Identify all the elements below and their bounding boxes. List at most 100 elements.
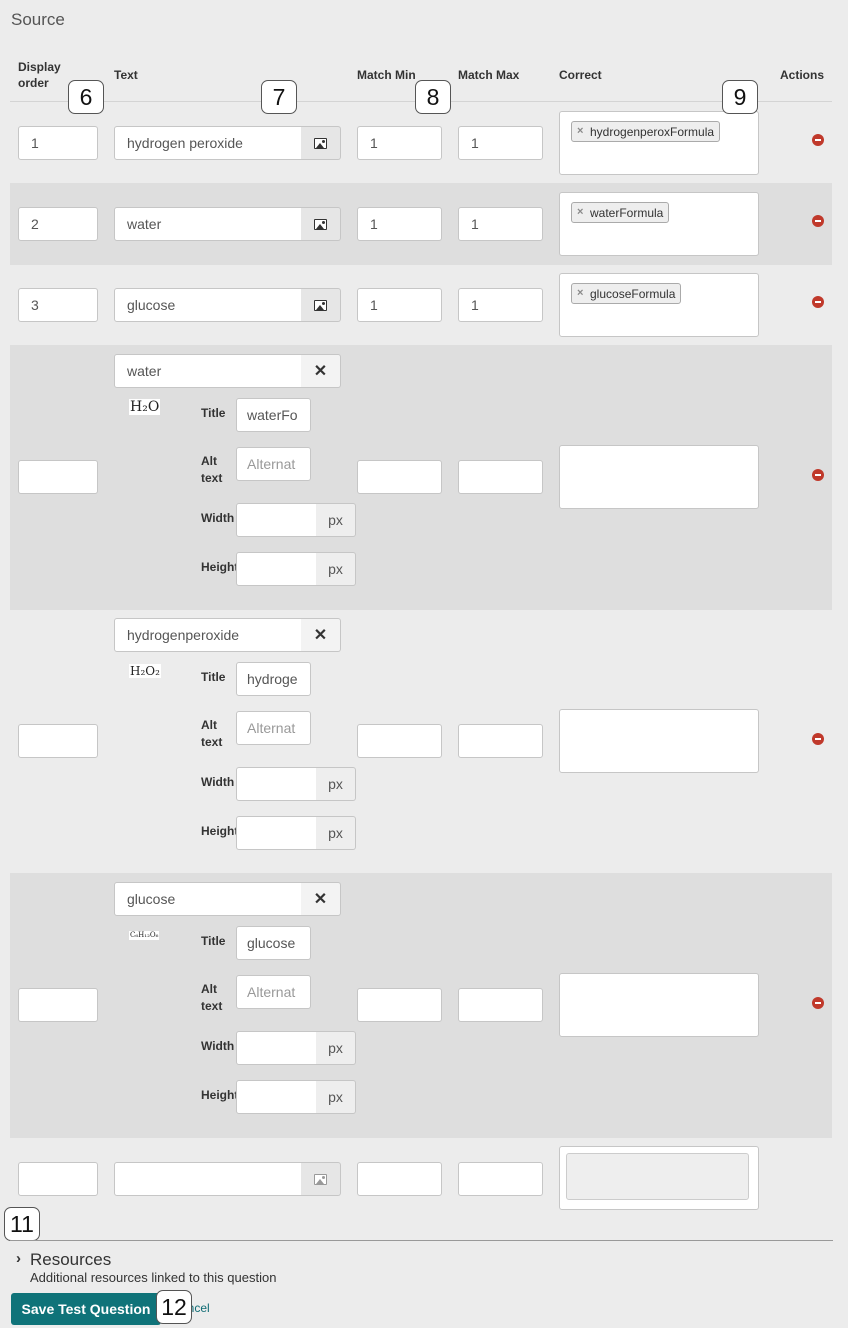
text-input[interactable] [114,1162,302,1196]
correct-field[interactable] [559,445,759,509]
match-max-input[interactable]: 1 [458,288,543,322]
text-input[interactable]: glucose [114,288,302,322]
width-input[interactable] [236,503,317,537]
callout-badge: 7 [261,80,297,114]
text-input[interactable]: hydrogen peroxide [114,126,302,160]
display-order-input[interactable] [18,724,98,758]
match-max-input[interactable]: 1 [458,207,543,241]
correct-field[interactable]: × waterFormula [559,192,759,256]
image-icon [314,137,327,149]
match-min-input[interactable]: 1 [357,126,442,160]
match-min-input[interactable]: 1 [357,207,442,241]
resources-toggle[interactable]: Resources [30,1250,111,1270]
match-max-input[interactable] [458,724,543,758]
header-display-order: Display order [18,60,61,90]
image-button[interactable] [301,207,341,241]
callout-badge: 11 [4,1207,40,1241]
image-icon [314,1173,327,1185]
times-icon: ✕ [313,363,328,380]
image-button[interactable] [301,1162,341,1196]
section-divider [10,1240,833,1241]
header-text: Text [114,68,138,82]
callout-badge: 12 [156,1290,192,1324]
header-actions: Actions [780,68,825,82]
width-label: Width [201,511,235,525]
height-label: Height [201,824,239,838]
minus-circle-icon[interactable] [812,469,824,481]
minus-circle-icon[interactable] [812,997,824,1009]
width-input[interactable] [236,1031,317,1065]
clear-image-button[interactable]: ✕ [301,618,341,652]
height-label: Height [201,1088,239,1102]
tag-remove-icon[interactable]: × [577,287,583,299]
px-addon: px [316,503,356,537]
correct-field[interactable]: × glucoseFormula [559,273,759,337]
match-max-input[interactable] [458,460,543,494]
match-max-input[interactable] [458,988,543,1022]
tag-label: glucoseFormula [590,286,676,301]
display-order-input[interactable] [18,460,98,494]
image-button[interactable] [301,126,341,160]
title-label: Title [201,670,226,684]
header-correct: Correct [559,68,602,82]
match-max-input[interactable] [458,1162,543,1196]
title-input[interactable]: waterFo [236,398,311,432]
height-label: Height [201,560,239,574]
minus-circle-icon[interactable] [812,134,824,146]
image-name-input[interactable]: glucose [114,882,302,916]
px-addon: px [316,1080,356,1114]
width-input[interactable] [236,767,317,801]
match-min-input[interactable] [357,988,442,1022]
section-title: Source [11,10,65,29]
tag-remove-icon[interactable]: × [577,206,583,218]
correct-field[interactable] [559,709,759,773]
tag-remove-icon[interactable]: × [577,125,583,137]
alt-text-input[interactable]: Alternat [236,975,311,1009]
correct-field[interactable] [559,1146,759,1210]
times-icon: ✕ [313,627,328,644]
height-input[interactable] [236,816,317,850]
resources-subtitle: Additional resources linked to this ques… [30,1270,277,1285]
image-button[interactable] [301,288,341,322]
match-min-input[interactable] [357,1162,442,1196]
px-addon: px [316,552,356,586]
minus-circle-icon[interactable] [812,296,824,308]
correct-field-inner [566,1153,749,1200]
correct-tag: × hydrogenperoxFormula [571,121,721,142]
save-test-question-button[interactable]: Save Test Question [11,1293,161,1325]
image-name-input[interactable]: water [114,354,302,388]
display-order-input[interactable]: 2 [18,207,98,241]
correct-field[interactable] [559,973,759,1037]
match-min-input[interactable] [357,460,442,494]
chevron-right-icon[interactable]: › [16,1250,21,1267]
times-icon: ✕ [313,891,328,908]
title-label: Title [201,934,226,948]
alt-text-input[interactable]: Alternat [236,711,311,745]
minus-circle-icon[interactable] [812,215,824,227]
callout-badge: 9 [722,80,758,114]
formula-image: C₆H₁₂O₆ [129,931,160,940]
match-min-input[interactable] [357,724,442,758]
clear-image-button[interactable]: ✕ [301,882,341,916]
px-addon: px [316,816,356,850]
match-max-input[interactable]: 1 [458,126,543,160]
title-input[interactable]: glucose [236,926,311,960]
display-order-input[interactable]: 1 [18,126,98,160]
match-min-input[interactable]: 1 [357,288,442,322]
display-order-input[interactable]: 3 [18,288,98,322]
minus-circle-icon[interactable] [812,733,824,745]
display-order-input[interactable] [18,1162,98,1196]
clear-image-button[interactable]: ✕ [301,354,341,388]
display-order-input[interactable] [18,988,98,1022]
correct-field[interactable]: × hydrogenperoxFormula [559,111,759,175]
title-input[interactable]: hydroge [236,662,311,696]
height-input[interactable] [236,552,317,586]
callout-badge: 8 [415,80,451,114]
alt-text-input[interactable]: Alternat [236,447,311,481]
height-input[interactable] [236,1080,317,1114]
image-name-input[interactable]: hydrogenperoxide [114,618,302,652]
alt-text-label: Alt text [201,982,223,1013]
text-input[interactable]: water [114,207,302,241]
callout-badge: 6 [68,80,104,114]
tag-label: waterFormula [590,205,664,220]
